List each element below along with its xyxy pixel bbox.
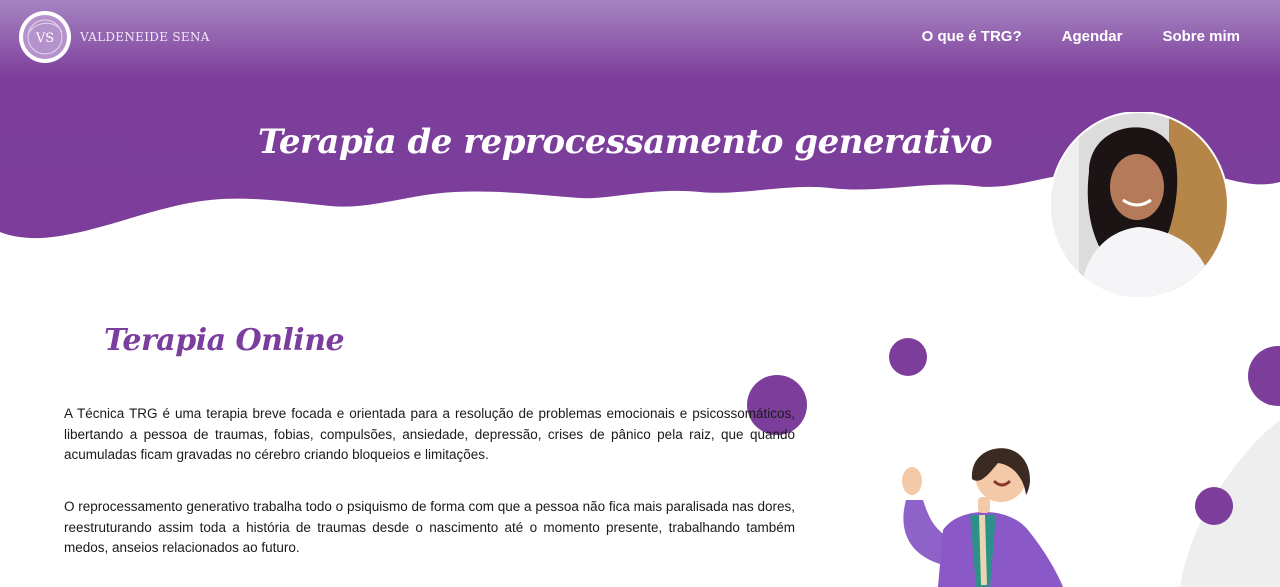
logo-initials: VS (35, 31, 54, 46)
decorative-circle (889, 338, 927, 376)
section-title: Terapia Online (104, 323, 345, 358)
character-illustration (902, 448, 1063, 587)
decorative-circle (1248, 346, 1280, 406)
main-nav: O que é TRG? Agendar Sobre mim (922, 28, 1240, 45)
paragraph-intro: A Técnica TRG é uma terapia breve focada… (64, 406, 795, 462)
brand-logo[interactable]: VS VALDENEIDE SENA (18, 10, 210, 64)
nav-item-what-is-trg[interactable]: O que é TRG? (922, 28, 1022, 45)
nav-item-about-me[interactable]: Sobre mim (1162, 28, 1240, 45)
logo-badge-icon: VS (19, 11, 71, 63)
profile-photo (1049, 112, 1229, 298)
paragraph-details: O reprocessamento generativo trabalha to… (64, 499, 795, 555)
nav-item-schedule[interactable]: Agendar (1062, 28, 1123, 45)
decorative-circle (1195, 487, 1233, 525)
brand-name: VALDENEIDE SENA (80, 30, 210, 44)
decorative-curve (1180, 420, 1280, 587)
